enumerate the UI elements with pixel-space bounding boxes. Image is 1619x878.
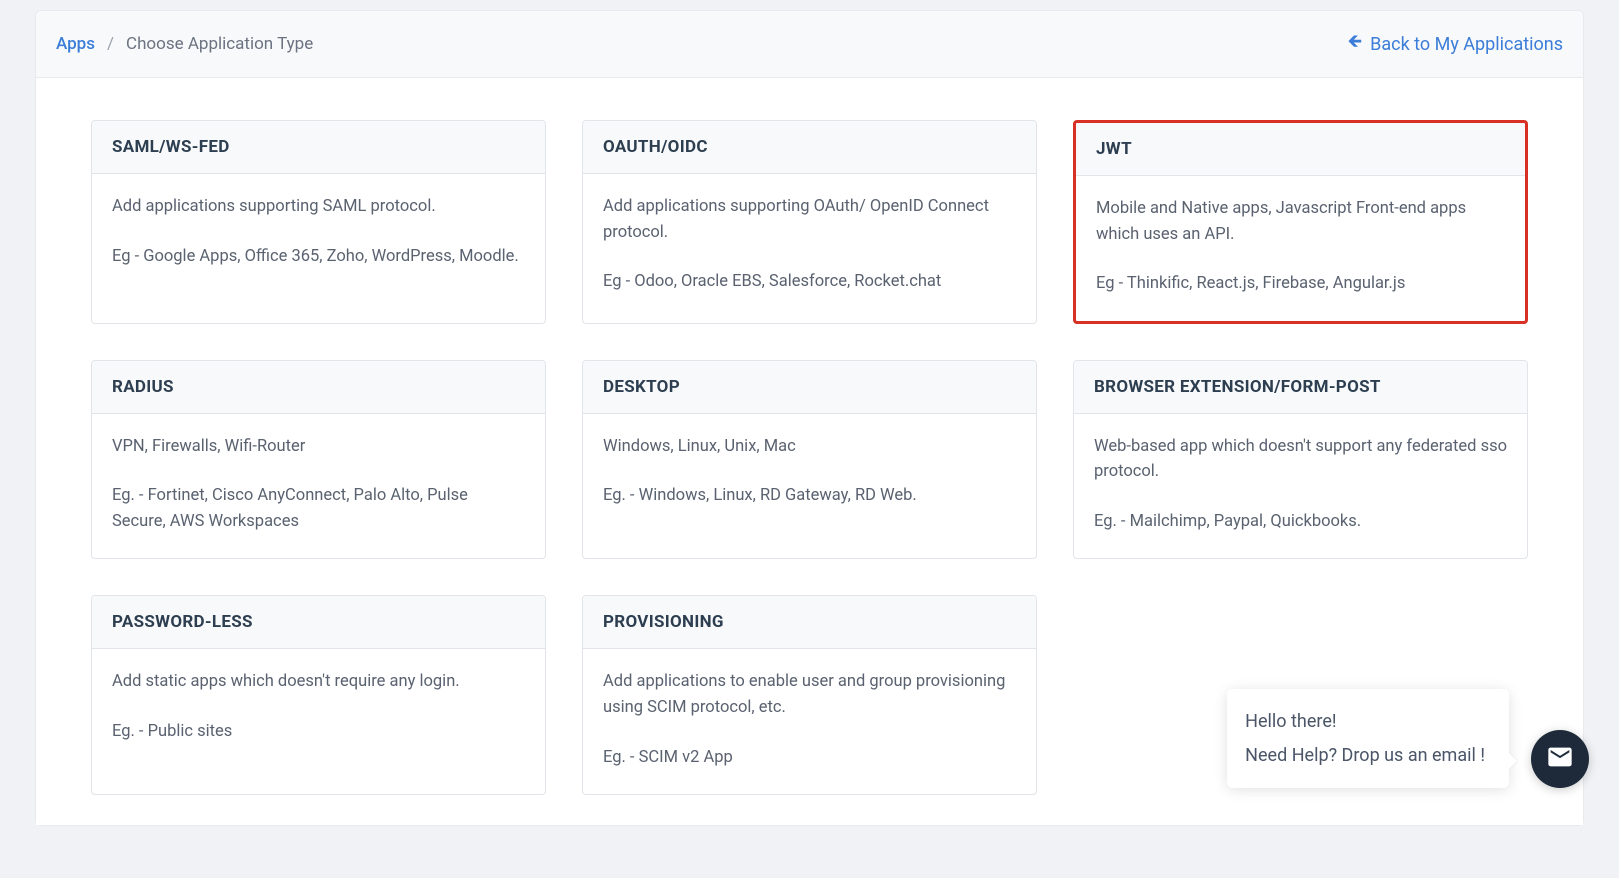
card-header: PROVISIONING	[583, 596, 1036, 649]
card-title: BROWSER EXTENSION/FORM-POST	[1094, 377, 1507, 397]
app-type-card-saml-ws-fed[interactable]: SAML/WS-FED Add applications supporting S…	[91, 120, 546, 324]
card-title: SAML/WS-FED	[112, 137, 525, 157]
card-body: VPN, Firewalls, Wifi-Router Eg. - Fortine…	[92, 414, 545, 559]
app-type-card-password-less[interactable]: PASSWORD-LESS Add static apps which doesn…	[91, 595, 546, 795]
card-header: OAUTH/OIDC	[583, 121, 1036, 174]
card-description: Windows, Linux, Unix, Mac	[603, 434, 1016, 460]
card-example: Eg. - SCIM v2 App	[603, 745, 1016, 771]
breadcrumb: Apps / Choose Application Type	[56, 34, 313, 54]
card-body: Mobile and Native apps, Javascript Front…	[1076, 176, 1525, 321]
breadcrumb-separator: /	[107, 34, 114, 54]
card-example: Eg - Google Apps, Office 365, Zoho, Word…	[112, 244, 525, 270]
breadcrumb-bar: Apps / Choose Application Type 🡸 Back to…	[36, 11, 1583, 78]
chat-fab-button[interactable]	[1531, 730, 1589, 788]
breadcrumb-apps-link[interactable]: Apps	[56, 34, 95, 54]
card-description: Add static apps which doesn't require an…	[112, 669, 525, 695]
card-header: PASSWORD-LESS	[92, 596, 545, 649]
card-body: Add applications to enable user and grou…	[583, 649, 1036, 794]
app-type-card-desktop[interactable]: DESKTOP Windows, Linux, Unix, Mac Eg. - Wi…	[582, 360, 1037, 560]
card-description: Add applications supporting OAuth/ OpenI…	[603, 194, 1016, 245]
app-type-card-provisioning[interactable]: PROVISIONING Add applications to enable u…	[582, 595, 1037, 795]
card-example: Eg. - Fortinet, Cisco AnyConnect, Palo A…	[112, 483, 525, 534]
app-type-card-radius[interactable]: RADIUS VPN, Firewalls, Wifi-Router Eg. - F…	[91, 360, 546, 560]
chat-greeting: Hello there!	[1245, 705, 1485, 738]
card-header: RADIUS	[92, 361, 545, 414]
app-type-card-browser-extension-form-post[interactable]: BROWSER EXTENSION/FORM-POST Web-based app…	[1073, 360, 1528, 560]
breadcrumb-current: Choose Application Type	[126, 34, 313, 54]
back-link-label: Back to My Applications	[1370, 34, 1563, 55]
card-body: Web-based app which doesn't support any …	[1074, 414, 1527, 559]
chat-help-popup: Hello there! Need Help? Drop us an email…	[1227, 689, 1509, 788]
card-title: PASSWORD-LESS	[112, 612, 525, 632]
chat-help-text: Need Help? Drop us an email !	[1245, 739, 1485, 772]
card-body: Add applications supporting SAML protoco…	[92, 174, 545, 293]
card-example: Eg - Thinkific, React.js, Firebase, Angu…	[1096, 271, 1505, 297]
card-example: Eg. - Mailchimp, Paypal, Quickbooks.	[1094, 509, 1507, 535]
card-header: JWT	[1076, 123, 1525, 176]
card-description: Add applications to enable user and grou…	[603, 669, 1016, 720]
card-description: Mobile and Native apps, Javascript Front…	[1096, 196, 1505, 247]
card-description: Add applications supporting SAML protoco…	[112, 194, 525, 220]
card-body: Add static apps which doesn't require an…	[92, 649, 545, 768]
card-title: RADIUS	[112, 377, 525, 397]
card-example: Eg. - Public sites	[112, 719, 525, 745]
card-title: PROVISIONING	[603, 612, 1016, 632]
card-header: SAML/WS-FED	[92, 121, 545, 174]
card-body: Windows, Linux, Unix, Mac Eg. - Windows, …	[583, 414, 1036, 533]
chat-popup-arrow	[1508, 752, 1517, 770]
app-type-card-jwt[interactable]: JWT Mobile and Native apps, Javascript Fr…	[1073, 120, 1528, 324]
card-title: DESKTOP	[603, 377, 1016, 397]
card-description: Web-based app which doesn't support any …	[1094, 434, 1507, 485]
card-example: Eg. - Windows, Linux, RD Gateway, RD Web…	[603, 483, 1016, 509]
mail-icon	[1546, 743, 1574, 775]
card-description: VPN, Firewalls, Wifi-Router	[112, 434, 525, 460]
card-title: OAUTH/OIDC	[603, 137, 1016, 157]
card-title: JWT	[1096, 139, 1505, 159]
arrow-left-icon: 🡸	[1348, 29, 1363, 59]
app-type-card-oauth-oidc[interactable]: OAUTH/OIDC Add applications supporting OA…	[582, 120, 1037, 324]
card-example: Eg - Odoo, Oracle EBS, Salesforce, Rocke…	[603, 269, 1016, 295]
card-body: Add applications supporting OAuth/ OpenI…	[583, 174, 1036, 319]
card-header: BROWSER EXTENSION/FORM-POST	[1074, 361, 1527, 414]
back-to-applications-link[interactable]: 🡸 Back to My Applications	[1348, 29, 1563, 59]
card-header: DESKTOP	[583, 361, 1036, 414]
